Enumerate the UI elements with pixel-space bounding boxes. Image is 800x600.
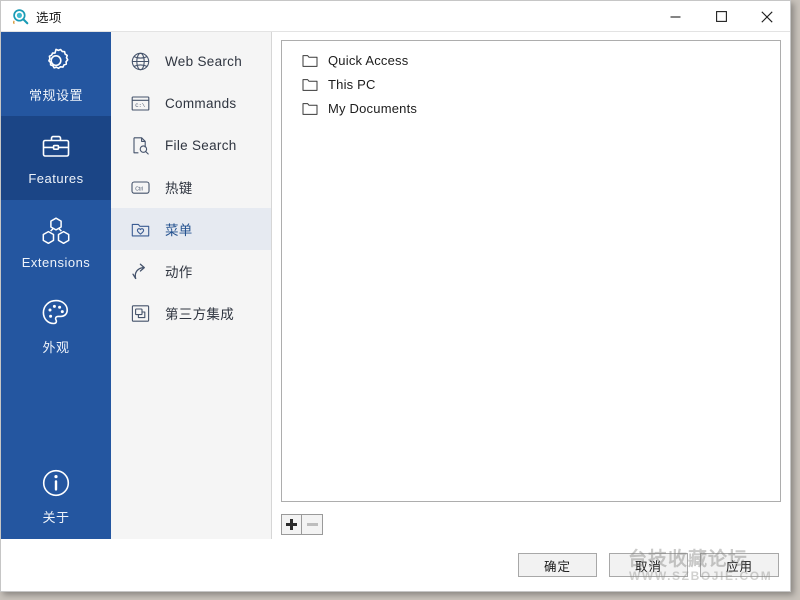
windows-stack-icon (130, 303, 151, 324)
close-icon (761, 10, 773, 23)
info-icon (39, 466, 73, 500)
sidebar-item-appearance[interactable]: 外观 (1, 284, 111, 368)
dialog-body: 常规设置 Features Extensions 外观 关于 Web Searc… (1, 32, 790, 539)
share-arrow-icon (130, 261, 151, 282)
folder-heart-icon (130, 219, 151, 240)
list-item[interactable]: My Documents (282, 96, 780, 120)
nav-item-hotkeys-label: 热键 (165, 181, 193, 196)
add-entry-button[interactable] (281, 514, 302, 535)
sidebar-item-about[interactable]: 关于 (1, 453, 111, 539)
nav-item-web-search-label: Web Search (165, 53, 243, 69)
console-window-icon: C:\ (130, 93, 151, 114)
dialog-footer: 确定 取消 应用 (1, 539, 790, 591)
svg-text:C:\: C:\ (135, 102, 146, 109)
minimize-icon (670, 11, 681, 22)
menu-entries-list[interactable]: Quick Access This PC My Documents (281, 40, 781, 502)
title-bar-left: 选项 (1, 7, 62, 26)
list-item-label: My Documents (328, 100, 418, 116)
list-toolbar (281, 502, 781, 539)
screenshot-root: 选项 常规设置 Features Extensions 外观 关于 Web Se… (0, 0, 800, 600)
folder-icon (302, 77, 318, 92)
close-button[interactable] (744, 1, 790, 32)
gear-icon (39, 44, 73, 78)
cancel-button[interactable]: 取消 (609, 553, 688, 577)
add-remove-group (281, 514, 323, 535)
nav-item-file-search[interactable]: File Search (111, 124, 271, 166)
window-title: 选项 (36, 10, 62, 25)
globe-icon (130, 51, 151, 72)
minus-icon (306, 519, 318, 530)
sidebar-item-general[interactable]: 常规设置 (1, 32, 111, 116)
sidebar-item-about-label: 关于 (42, 510, 70, 525)
sidebar-item-features[interactable]: Features (1, 116, 111, 200)
title-bar: 选项 (1, 1, 790, 32)
sidebar-item-extensions[interactable]: Extensions (1, 200, 111, 284)
nav-item-menu-label: 菜单 (165, 223, 193, 238)
window-controls (652, 1, 790, 32)
nav-item-file-search-label: File Search (165, 137, 237, 153)
nav-item-web-search[interactable]: Web Search (111, 40, 271, 82)
apply-button[interactable]: 应用 (700, 553, 779, 577)
list-item[interactable]: Quick Access (282, 48, 780, 72)
nav-item-integrations[interactable]: 第三方集成 (111, 292, 271, 334)
folder-icon (302, 53, 318, 68)
list-item-label: This PC (328, 76, 376, 92)
list-item[interactable]: This PC (282, 72, 780, 96)
nav-item-integrations-label: 第三方集成 (165, 307, 234, 322)
maximize-icon (715, 11, 727, 22)
primary-sidebar: 常规设置 Features Extensions 外观 关于 (1, 32, 111, 539)
nav-item-menu[interactable]: 菜单 (111, 208, 271, 250)
secondary-nav: Web Search C:\ Commands File Search Ctrl… (111, 32, 272, 539)
search-magnifier-icon (12, 8, 29, 25)
file-search-icon (130, 135, 151, 156)
ctrl-key-icon: Ctrl (130, 177, 151, 198)
ok-button[interactable]: 确定 (518, 553, 597, 577)
options-dialog-window: 选项 常规设置 Features Extensions 外观 关于 Web Se… (0, 0, 791, 592)
briefcase-icon (39, 130, 73, 164)
modules-icon (39, 214, 73, 248)
sidebar-item-general-label: 常规设置 (28, 88, 83, 103)
sidebar-item-appearance-label: 外观 (42, 340, 70, 355)
remove-entry-button[interactable] (302, 514, 323, 535)
nav-item-hotkeys[interactable]: Ctrl 热键 (111, 166, 271, 208)
nav-item-actions-label: 动作 (165, 265, 193, 280)
nav-item-commands[interactable]: C:\ Commands (111, 82, 271, 124)
svg-text:Ctrl: Ctrl (135, 186, 143, 192)
maximize-button[interactable] (698, 1, 744, 32)
plus-icon (286, 519, 297, 530)
list-item-label: Quick Access (328, 52, 409, 68)
minimize-button[interactable] (652, 1, 698, 32)
sidebar-item-features-label: Features (28, 171, 84, 186)
nav-item-actions[interactable]: 动作 (111, 250, 271, 292)
folder-icon (302, 101, 318, 116)
nav-item-commands-label: Commands (165, 95, 237, 111)
sidebar-item-extensions-label: Extensions (21, 255, 91, 270)
main-content-pane: Quick Access This PC My Documents (272, 32, 790, 539)
palette-icon (39, 296, 73, 330)
